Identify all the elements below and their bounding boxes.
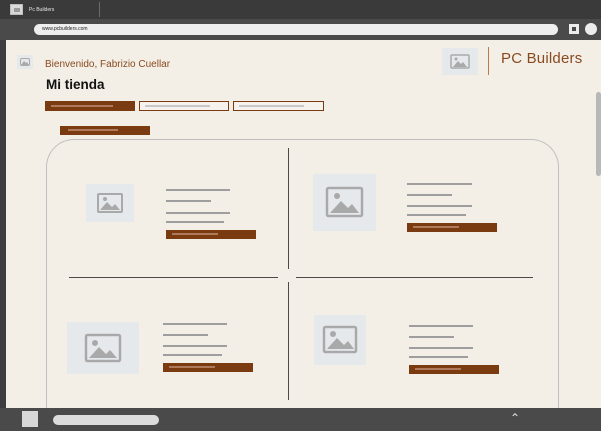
bottom-bar: ⌃ [0,408,601,431]
nav-tab-2[interactable] [139,101,229,111]
product-text-line [407,205,472,207]
product-button[interactable] [409,365,499,374]
product-text-line [409,347,473,349]
nav-tab-3[interactable] [233,101,324,111]
section-button[interactable] [60,126,150,135]
product-image-icon[interactable] [314,315,366,365]
browser-tab-bar: Pc Builders [0,0,601,19]
grid-divider-horizontal [69,277,278,278]
square-icon[interactable] [569,24,579,34]
product-text-line [166,212,230,214]
product-text-line [166,200,211,202]
nav-tab-label [145,105,210,107]
profile-circle-icon[interactable] [585,23,597,35]
chevron-up-icon[interactable]: ⌃ [510,411,520,425]
product-text-line [407,214,466,216]
user-avatar-icon [17,55,33,69]
address-bar[interactable]: www.pcbuilders.com [34,24,558,35]
product-text-line [163,334,208,336]
product-text-line [409,356,468,358]
tab-separator [99,2,100,17]
square-icon[interactable] [22,411,38,427]
nav-tab-label [51,105,113,107]
nav-tab-1[interactable] [45,101,135,111]
brand-name: PC Builders [501,50,583,67]
scrollbar-thumb[interactable] [596,92,601,176]
product-grid [46,139,559,419]
product-image-icon[interactable] [67,322,139,374]
product-text-line [166,221,224,223]
grid-divider-vertical [288,148,289,269]
welcome-text: Bienvenido, Fabrizio Cuellar [45,59,171,70]
product-button[interactable] [166,230,256,239]
page-content: Bienvenido, Fabrizio Cuellar Mi tienda P… [6,40,601,419]
product-text-line [409,336,454,338]
grid-divider-vertical [288,282,289,400]
product-button[interactable] [163,363,253,372]
product-image-icon[interactable] [86,184,134,222]
logo-icon [442,48,478,75]
product-title-line [407,183,472,185]
section-button-label [68,129,118,131]
product-image-icon[interactable] [313,174,376,231]
grid-divider-horizontal [296,277,533,278]
product-text-line [163,345,227,347]
nav-tab-label [239,105,304,107]
product-text-line [163,354,222,356]
tab-title: Pc Builders [29,6,55,13]
browser-toolbar: www.pcbuilders.com [0,19,601,40]
bottom-pill[interactable] [53,415,159,425]
brand-divider [488,47,489,75]
favicon-icon [10,4,23,15]
product-title-line [163,323,227,325]
product-title-line [166,189,230,191]
product-button[interactable] [407,223,497,232]
browser-tab[interactable]: Pc Builders [10,2,54,17]
product-title-line [409,325,473,327]
product-text-line [407,194,452,196]
page-title: Mi tienda [46,77,105,92]
